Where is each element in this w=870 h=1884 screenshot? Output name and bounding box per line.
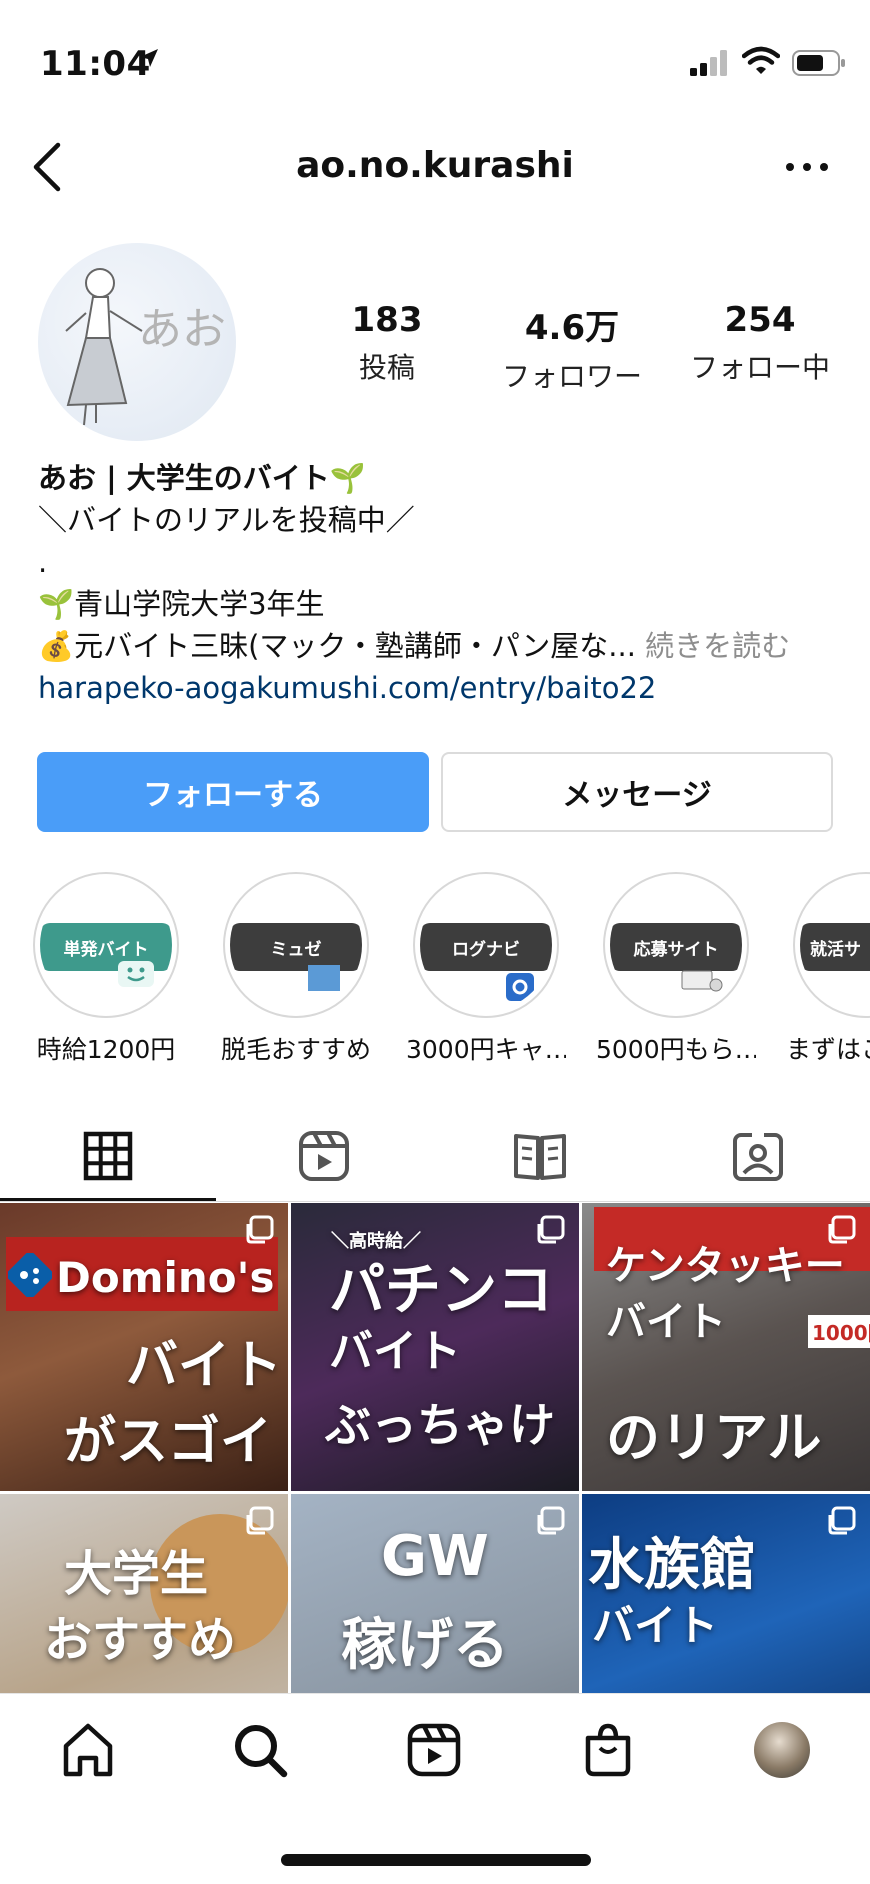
search-icon[interactable]	[230, 1720, 290, 1780]
display-name: あお | 大学生のバイト🌱	[38, 461, 366, 495]
highlight-band: ログナビ	[420, 923, 552, 971]
reels-icon[interactable]	[296, 1128, 352, 1184]
multi-photo-icon	[537, 1506, 565, 1535]
story-highlights: 単発バイト 時給1200円 ミュゼ 脱毛おすすめ ログナビ 3000円キャ… 応…	[0, 872, 870, 1072]
followers-count-value: 4.6万	[524, 308, 620, 348]
post-title-line: ケンタッキー	[606, 1243, 845, 1289]
app-badge-icon	[506, 973, 534, 1001]
post-title-line: バイト	[126, 1336, 283, 1396]
posts-grid: Domino's バイト がスゴイ ＼高時給／ パチンコ バイト ぶっちゃけ ケ…	[0, 1203, 870, 1693]
highlight-caption: 3000円キャ…	[406, 1035, 566, 1064]
battery-icon	[792, 50, 845, 76]
post-thumbnail[interactable]: GW 稼げる	[291, 1494, 579, 1693]
status-bar: 11:04	[0, 0, 870, 110]
message-button[interactable]: メッセージ	[441, 752, 833, 832]
post-title-line: のリアル	[606, 1406, 822, 1469]
status-time: 11:04	[40, 44, 151, 84]
bio-line-4: 💰元バイト三昧(マック・塾講師・パン屋な...	[38, 629, 636, 663]
profile-header: ao.no.kurashi	[0, 125, 870, 207]
dominos-logo-icon	[8, 1253, 52, 1297]
profile-avatar[interactable]: あお	[38, 243, 236, 441]
bio-line-1: ＼バイトのリアルを投稿中／	[38, 503, 415, 537]
highlight-item[interactable]: ミュゼ 脱毛おすすめ	[216, 872, 376, 1066]
wifi-icon	[742, 46, 780, 74]
profile-username: ao.no.kurashi	[296, 145, 574, 186]
follow-button[interactable]: フォローする	[37, 752, 429, 832]
post-thumbnail[interactable]: Domino's バイト がスゴイ	[0, 1203, 288, 1491]
posts-count-value: 183	[351, 300, 423, 340]
highlight-caption: 時給1200円	[36, 1035, 176, 1064]
bio-line-3: 🌱青山学院大学3年生	[38, 587, 325, 621]
grid-icon[interactable]	[80, 1128, 136, 1184]
highlight-item[interactable]: 就活サ まずはこ	[786, 872, 870, 1066]
post-title-line: GW	[381, 1524, 489, 1589]
post-title-line: バイト	[606, 1299, 726, 1345]
post-title-line: バイト	[329, 1326, 461, 1377]
multi-photo-icon	[537, 1215, 565, 1244]
posts-count-label: 投稿	[358, 351, 415, 384]
multi-photo-icon	[828, 1506, 856, 1535]
website-link[interactable]: harapeko-aogakumushi.com/entry/baito22	[38, 667, 838, 709]
location-arrow-icon	[140, 49, 158, 67]
post-title-line: 稼げる	[341, 1613, 509, 1678]
following-count[interactable]: 254 フォロー中	[665, 300, 855, 386]
followers-count[interactable]: 4.6万 フォロワー	[477, 300, 667, 395]
profile-bio: あお | 大学生のバイト🌱 ＼バイトのリアルを投稿中／ . 🌱青山学院大学3年生…	[38, 457, 838, 709]
shop-bag-icon[interactable]	[578, 1720, 638, 1780]
post-thumbnail[interactable]: 大学生 おすすめ	[0, 1494, 288, 1693]
highlight-item[interactable]: 単発バイト 時給1200円	[26, 872, 186, 1066]
post-title-line: がスゴイ	[64, 1412, 273, 1472]
post-title-line: Domino's	[56, 1253, 275, 1302]
highlight-band: ミュゼ	[230, 923, 362, 971]
post-title-line: パチンコ	[329, 1258, 553, 1323]
post-title-line: バイト	[592, 1601, 719, 1650]
multi-photo-icon	[246, 1506, 274, 1535]
highlight-caption: 5000円もら…	[596, 1035, 756, 1064]
home-indicator	[281, 1854, 591, 1866]
avatar-text: あお	[138, 304, 226, 355]
following-count-value: 254	[724, 300, 796, 340]
more-options-icon[interactable]	[782, 147, 832, 187]
read-more-link[interactable]: 続きを読む	[645, 629, 790, 663]
price-sign: 1000円	[808, 1315, 870, 1348]
post-thumbnail[interactable]: 水族館 バイト	[582, 1494, 870, 1693]
post-thumbnail[interactable]: ＼高時給／ パチンコ バイト ぶっちゃけ	[291, 1203, 579, 1491]
post-thumbnail[interactable]: ケンタッキー バイト のリアル 1000円	[582, 1203, 870, 1491]
profile-avatar-tab[interactable]	[754, 1722, 810, 1778]
post-title-line: 水族館	[588, 1533, 756, 1598]
multi-photo-icon	[828, 1215, 856, 1244]
profile-tabs	[0, 1110, 870, 1202]
highlight-item[interactable]: 応募サイト 5000円もら…	[596, 872, 756, 1066]
muse-badge-icon	[308, 965, 340, 991]
posts-count[interactable]: 183 投稿	[292, 300, 482, 386]
reels-nav-icon[interactable]	[404, 1720, 464, 1780]
cellular-signal-icon	[690, 50, 727, 76]
highlight-caption: まずはこ	[786, 1035, 870, 1064]
home-icon[interactable]	[58, 1720, 118, 1780]
post-title-line: ぶっちゃけ	[325, 1398, 555, 1452]
active-tab-indicator	[0, 1198, 216, 1201]
post-title-line: 大学生	[64, 1546, 209, 1602]
following-count-label: フォロー中	[689, 351, 830, 384]
multi-photo-icon	[246, 1215, 274, 1244]
highlight-band: 就活サ	[800, 923, 870, 971]
tagged-icon[interactable]	[730, 1128, 786, 1184]
smile-icon	[118, 961, 154, 987]
bottom-navigation	[0, 1693, 870, 1884]
money-icon	[681, 970, 723, 992]
followers-count-label: フォロワー	[501, 360, 642, 393]
bio-line-2: .	[38, 545, 48, 579]
highlight-caption: 脱毛おすすめ	[220, 1035, 371, 1064]
guides-icon[interactable]	[512, 1128, 568, 1184]
post-title-line: おすすめ	[44, 1612, 237, 1668]
highlight-item[interactable]: ログナビ 3000円キャ…	[406, 872, 566, 1066]
highlight-band: 応募サイト	[610, 923, 742, 971]
